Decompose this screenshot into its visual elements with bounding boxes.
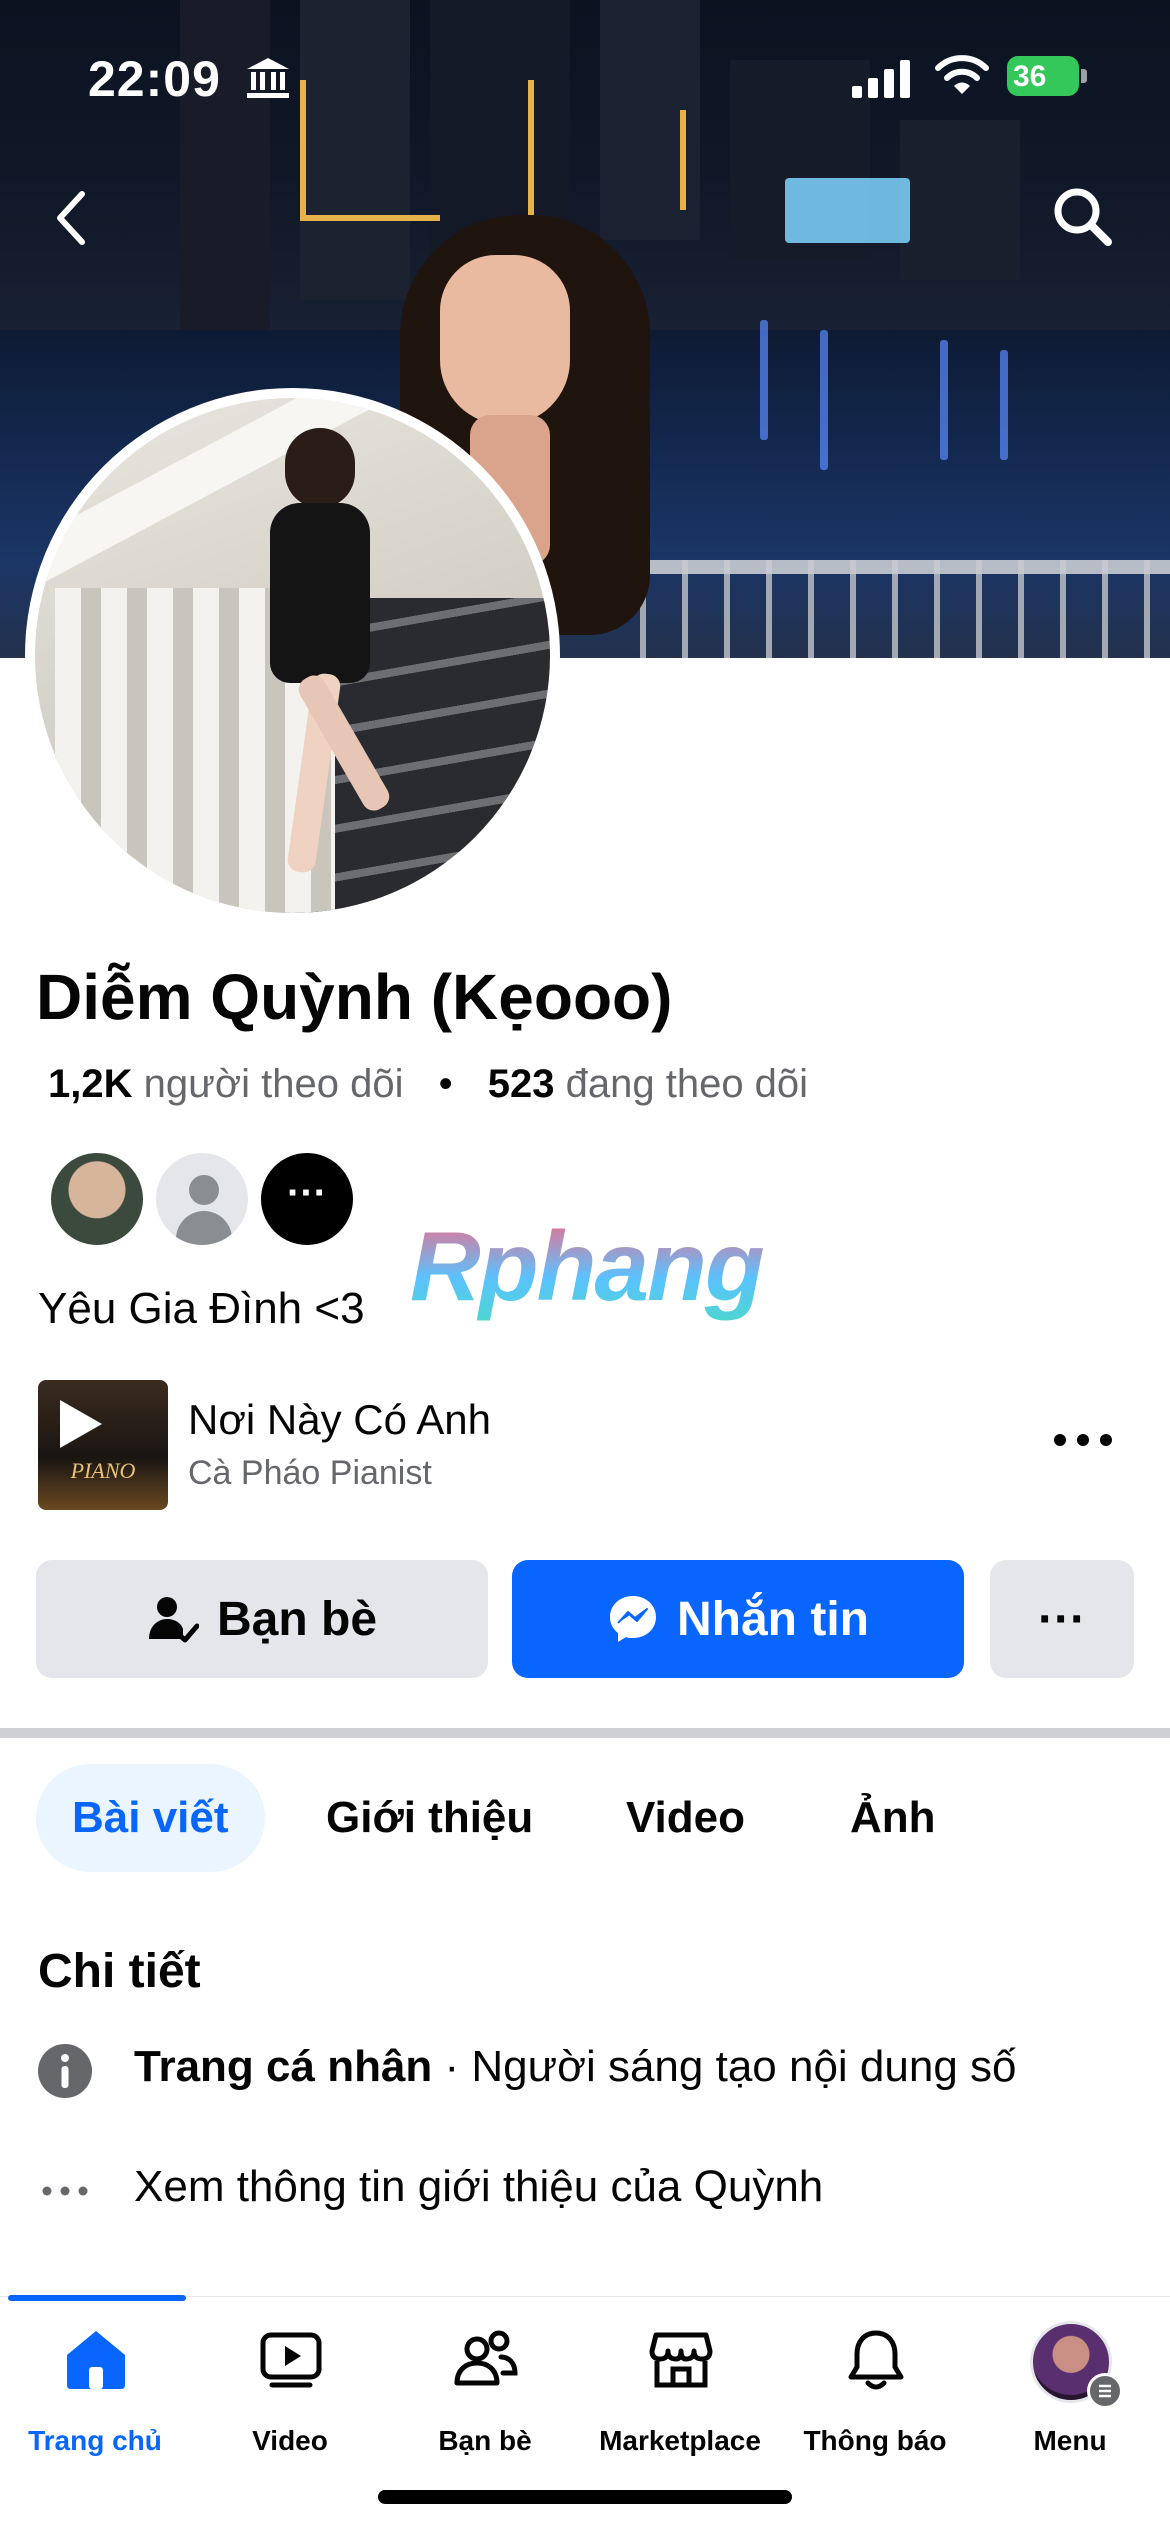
separator-dot: •: [438, 1062, 453, 1106]
watermark: Rphang: [410, 1211, 765, 1321]
section-divider: [0, 1728, 1170, 1738]
more-dots-icon: [42, 2186, 88, 2196]
default-avatar[interactable]: [153, 1150, 251, 1248]
nav-video[interactable]: Video: [195, 2327, 385, 2487]
detail-page-type: Trang cá nhân · Người sáng tạo nội dung …: [36, 2036, 1156, 2106]
friends-button-label: Bạn bè: [216, 1592, 378, 1646]
profile-avatar[interactable]: [25, 388, 560, 923]
bank-icon: [247, 58, 289, 98]
friends-icon: [454, 2330, 518, 2386]
album-art-text: PIANO: [70, 1458, 136, 1483]
status-bar: 22:09 36: [0, 0, 1170, 150]
home-indicator[interactable]: [378, 2490, 792, 2504]
more-options-icon[interactable]: [1048, 1420, 1118, 1460]
nav-marketplace-label: Marketplace: [599, 2425, 761, 2456]
follow-stats[interactable]: 1,2K người theo dõi • 523 đang theo dõi: [48, 1062, 808, 1107]
battery-level: 36: [1013, 60, 1047, 93]
friend-check-icon: [148, 1597, 199, 1643]
followers-count: 1,2K: [48, 1062, 133, 1106]
tab-about[interactable]: Giới thiệu: [290, 1764, 569, 1872]
signal-icon: [852, 60, 910, 98]
wifi-icon: [935, 55, 989, 94]
page-type-category: · Người sáng tạo nội dung số: [432, 2042, 1017, 2091]
marketplace-icon: [649, 2332, 713, 2388]
following-label: đang theo dõi: [565, 1062, 809, 1106]
nav-notifications[interactable]: Thông báo: [780, 2327, 970, 2487]
nav-friends-label: Bạn bè: [438, 2425, 532, 2456]
profile-bio: Yêu Gia Đình <3: [38, 1284, 365, 1333]
nav-home-label: Trang chủ: [28, 2425, 162, 2456]
more-actions-button[interactable]: ···: [990, 1560, 1134, 1678]
nav-menu[interactable]: Menu: [975, 2321, 1165, 2487]
nav-notifications-label: Thông báo: [803, 2425, 947, 2456]
bell-icon: [848, 2330, 904, 2390]
details-title: Chi tiết: [38, 1945, 201, 1998]
mutual-friend-avatar[interactable]: [48, 1150, 146, 1248]
following-count: 523: [487, 1062, 555, 1106]
song-title: Nơi Này Có Anh: [188, 1396, 492, 1443]
play-icon[interactable]: [50, 1396, 106, 1452]
home-icon: [67, 2331, 125, 2389]
active-tab-indicator: [8, 2295, 186, 2301]
back-arrow-icon[interactable]: [50, 188, 90, 248]
message-button-label: Nhắn tin: [677, 1592, 869, 1646]
nav-menu-label: Menu: [1033, 2425, 1107, 2456]
more-mutuals-button[interactable]: ···: [258, 1150, 356, 1248]
battery-indicator: 36: [1007, 56, 1087, 96]
tab-photos[interactable]: Ảnh: [814, 1764, 972, 1872]
nav-home[interactable]: Trang chủ: [0, 2327, 190, 2487]
tab-videos[interactable]: Video: [590, 1764, 781, 1872]
nav-marketplace[interactable]: Marketplace: [585, 2327, 775, 2487]
search-icon[interactable]: [1050, 184, 1114, 248]
followers-label: người theo dõi: [143, 1062, 404, 1106]
nav-video-label: Video: [252, 2425, 328, 2456]
message-button[interactable]: Nhắn tin: [512, 1560, 964, 1678]
profile-music[interactable]: PIANO Nơi Này Có Anh Cà Pháo Pianist: [38, 1380, 1138, 1510]
status-time: 22:09: [88, 51, 221, 107]
messenger-icon: [610, 1596, 656, 1642]
page-type-label: Trang cá nhân: [134, 2042, 433, 2091]
profile-name: Diễm Quỳnh (Kẹooo): [36, 961, 673, 1033]
see-about-text: Xem thông tin giới thiệu của Quỳnh: [134, 2162, 824, 2211]
menu-badge-icon: [1087, 2373, 1123, 2409]
info-icon: [38, 2044, 92, 2098]
tab-posts[interactable]: Bài viết: [36, 1764, 265, 1872]
see-about-link[interactable]: Xem thông tin giới thiệu của Quỳnh: [36, 2156, 1156, 2226]
video-icon: [260, 2332, 322, 2388]
song-artist: Cà Pháo Pianist: [188, 1454, 432, 1492]
friends-button[interactable]: Bạn bè: [36, 1560, 488, 1678]
profile-tabs: Bài viết Giới thiệu Video Ảnh: [36, 1764, 1136, 1872]
nav-friends[interactable]: Bạn bè: [390, 2327, 580, 2487]
mutual-friends[interactable]: ···: [48, 1150, 448, 1250]
